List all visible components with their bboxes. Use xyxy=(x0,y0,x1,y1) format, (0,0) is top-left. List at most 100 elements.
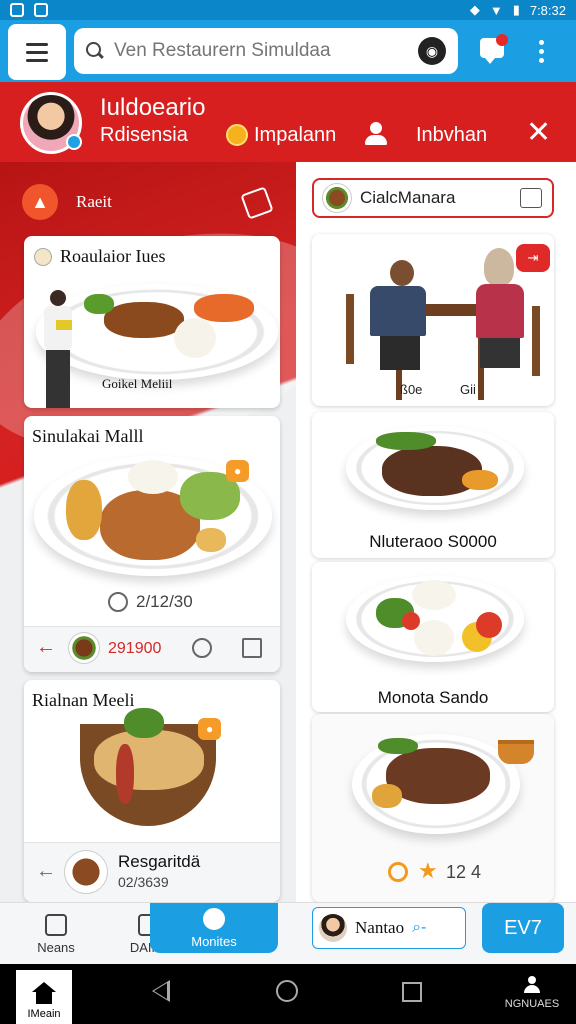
potato-image xyxy=(66,480,102,540)
system-navigation-bar: IMeain NGNUAES xyxy=(0,964,576,1024)
card-name: Resgaritdä xyxy=(118,852,201,871)
coin-icon xyxy=(34,248,52,266)
user-name: Iuldoeario xyxy=(100,94,206,121)
note-icon[interactable] xyxy=(242,638,262,658)
sausage-image xyxy=(116,744,134,804)
profile-mini-card[interactable]: Nantao ⌕- xyxy=(312,907,466,949)
wifi-icon: ▼ xyxy=(489,2,503,18)
status-time: 7:8:32 xyxy=(529,2,566,18)
close-icon[interactable]: ✕ xyxy=(526,118,551,148)
nav-item-active[interactable]: Monites xyxy=(150,903,278,953)
menu-line-icon xyxy=(26,58,48,62)
home-circle-icon[interactable] xyxy=(276,980,298,1002)
notification-icon xyxy=(10,3,24,17)
tomato-image xyxy=(476,612,502,638)
card-rating: 2/12/30 xyxy=(136,592,193,611)
food-card[interactable]: ★ 12 4 xyxy=(312,714,554,902)
card-caption: Goikel Meliil xyxy=(102,376,173,391)
points-link[interactable]: Impalann xyxy=(254,124,336,147)
profile-header: Iuldoeario Rdisensia Impalann Inbvhan ✕ xyxy=(0,82,576,162)
skewer-image xyxy=(104,302,184,338)
timer-icon xyxy=(388,862,408,882)
greens-image xyxy=(378,738,418,754)
vegetables-image xyxy=(462,470,498,490)
card-rating: 12 4 xyxy=(446,862,482,882)
menu-line-icon xyxy=(26,50,48,54)
more-options-icon[interactable] xyxy=(536,40,546,63)
filter-icon[interactable]: ▲ xyxy=(22,184,58,220)
tofu-image xyxy=(196,528,226,552)
filter-label[interactable]: Raeit xyxy=(76,192,112,212)
food-thumb xyxy=(322,183,352,213)
user-subtitle: Rdisensia xyxy=(100,124,188,146)
refresh-icon[interactable] xyxy=(192,638,212,658)
food-card[interactable]: Monota Sando xyxy=(312,562,554,712)
card-price: 291900 xyxy=(108,640,162,657)
search-input[interactable] xyxy=(114,40,418,62)
discount-badge: ● xyxy=(226,460,250,482)
potato-image xyxy=(372,784,402,808)
greens-image xyxy=(376,432,436,450)
food-thumb xyxy=(64,850,108,894)
food-card[interactable]: Roaulaior Iues Goikel Meliil xyxy=(24,236,280,408)
noodles-image xyxy=(94,730,204,790)
food-card[interactable]: Nluteraoo S0000 xyxy=(312,412,554,558)
restaurant-photo-card[interactable]: ⇥ ß0e Gii xyxy=(312,234,554,406)
card-caption: Monota Sando xyxy=(377,688,489,707)
house-icon xyxy=(32,982,56,1004)
edit-icon[interactable] xyxy=(240,186,274,220)
home-tab-label: IMeain xyxy=(27,1008,61,1020)
food-card[interactable]: Rialnan Meeli ● ← Resgaritdä 02/3639 xyxy=(24,680,280,902)
discount-badge: ● xyxy=(198,718,222,740)
back-arrow-icon[interactable]: ← xyxy=(36,636,56,659)
share-icon[interactable]: ⇥ xyxy=(516,244,550,272)
recents-icon[interactable] xyxy=(402,982,422,1002)
search-icon xyxy=(86,42,104,60)
search-icon[interactable]: ⌕- xyxy=(412,919,426,937)
rice-image xyxy=(174,318,216,358)
man-figure xyxy=(370,260,458,370)
herbs-image xyxy=(124,708,164,738)
card-caption: Nluteraoo S0000 xyxy=(369,532,497,551)
bottom-navigation: Neans DAINo Monites Nantao ⌕- EV7 xyxy=(0,902,576,964)
mini-label: Nantao xyxy=(355,918,405,937)
chef-figure xyxy=(38,290,80,408)
status-left-icons xyxy=(10,3,48,17)
app-bar: ◉ xyxy=(0,20,576,82)
app-notification-icon xyxy=(34,3,48,17)
nav-label: Neans xyxy=(37,940,75,955)
avatar xyxy=(319,914,347,942)
back-icon[interactable] xyxy=(152,980,170,1002)
picture-icon[interactable] xyxy=(520,188,542,208)
profile-tab[interactable]: NGNUAES xyxy=(496,976,568,1010)
rice-image xyxy=(412,580,456,610)
right-panel: CialcManara ⇥ ß0e Gii Nluteraoo S0000 Mo… xyxy=(296,162,576,902)
ev-button[interactable]: EV7 xyxy=(482,903,564,953)
rice-image xyxy=(128,460,178,494)
back-arrow-icon[interactable]: ← xyxy=(36,860,56,883)
card-title: Rialnan Meeli xyxy=(32,690,135,710)
sauce-image xyxy=(498,740,534,764)
card-title: Roaulaior Iues xyxy=(60,246,166,266)
vegetables-image xyxy=(194,294,254,322)
left-panel: ▲ Raeit Roaulaior Iues Goikel Meliil Sin… xyxy=(0,162,296,902)
steak-image xyxy=(382,446,482,496)
home-icon xyxy=(45,914,67,936)
coin-icon xyxy=(226,124,248,146)
rice-image xyxy=(414,620,454,656)
food-card[interactable]: Sinulakai Malll ● 2/12/30 ← 291900 xyxy=(24,416,280,672)
inbox-link[interactable]: Inbvhan xyxy=(416,124,487,147)
tomato-image xyxy=(402,612,420,630)
system-home-tab[interactable]: IMeain xyxy=(16,970,72,1024)
recommend-box[interactable]: CialcManara xyxy=(312,178,554,218)
hamburger-menu-button[interactable] xyxy=(8,24,66,80)
status-right-icons: ◆ ▼ ▮ 7:8:32 xyxy=(470,2,566,18)
card-title: Sinulakai Malll xyxy=(32,426,144,446)
clock-icon xyxy=(108,592,128,612)
nav-item-home[interactable]: Neans xyxy=(30,903,82,955)
status-bar: ◆ ▼ ▮ 7:8:32 xyxy=(0,0,576,20)
battery-icon: ▮ xyxy=(512,2,520,17)
search-bar: ◉ xyxy=(74,28,458,74)
verified-badge-icon xyxy=(66,134,82,150)
camera-search-button[interactable]: ◉ xyxy=(418,37,446,65)
